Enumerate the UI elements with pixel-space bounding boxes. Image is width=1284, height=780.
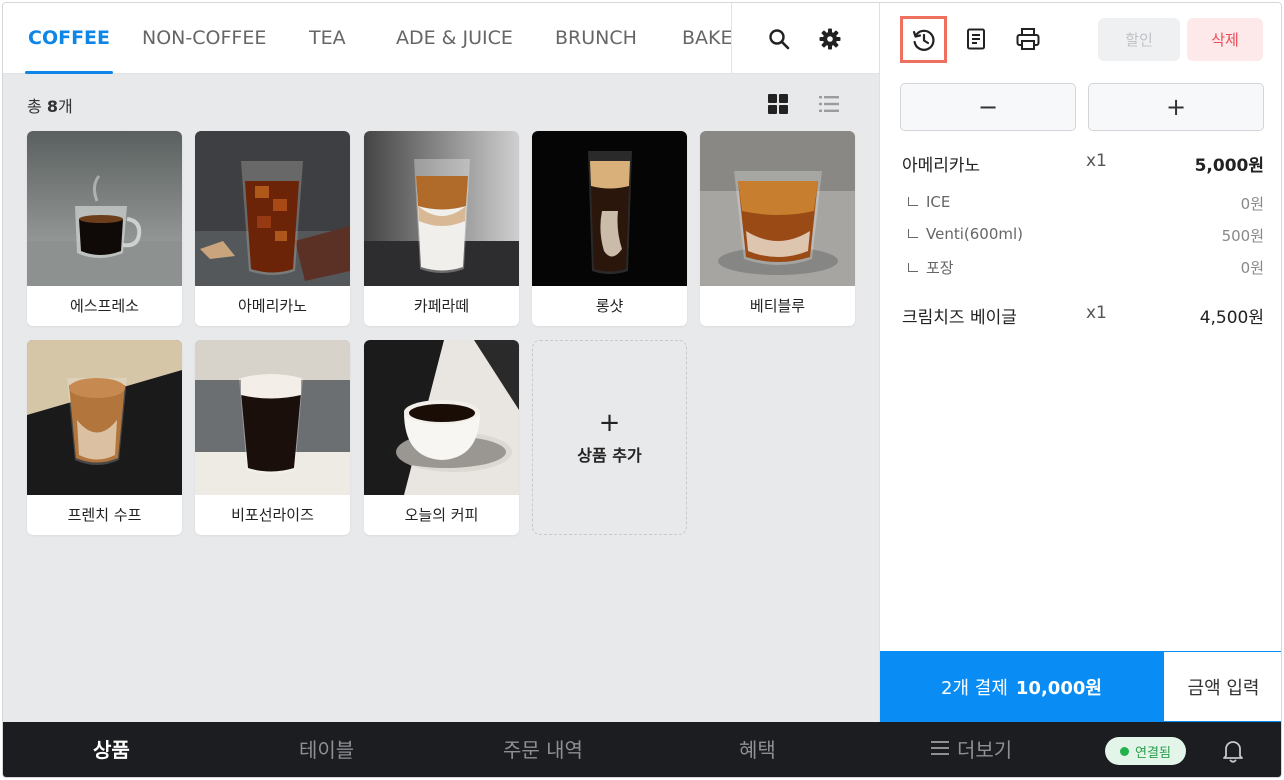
sub-item-icon xyxy=(908,229,918,238)
order-item-name: 크림치즈 베이글 xyxy=(902,308,1017,328)
status-dot-icon xyxy=(1120,746,1130,756)
tab-brunch[interactable]: BRUNCH xyxy=(555,3,637,74)
order-option: 포장 0원 xyxy=(908,257,1264,279)
search-icon[interactable] xyxy=(763,23,795,55)
product-card-long-shot[interactable]: 롱샷 xyxy=(532,131,687,326)
tab-coffee[interactable]: COFFEE xyxy=(24,3,114,74)
betty-blue-image xyxy=(700,131,855,286)
discount-button[interactable]: 할인 xyxy=(1098,18,1180,61)
option-price: 0원 xyxy=(1240,195,1264,213)
add-product-button[interactable]: + 상품 추가 xyxy=(532,340,687,535)
todays-coffee-image xyxy=(364,340,519,495)
grid-view-icon[interactable] xyxy=(765,91,791,117)
tab-ade-juice[interactable]: ADE & JUICE xyxy=(396,3,513,74)
increase-quantity-button[interactable]: + xyxy=(1088,83,1264,131)
before-sunrise-image xyxy=(195,340,350,495)
tab-divider xyxy=(731,3,732,74)
order-panel: 할인 삭제 − + 아메리카노 x1 5,000원 ICE 0원 Venti(6… xyxy=(879,3,1281,722)
order-item-qty: x1 xyxy=(1086,151,1107,171)
product-count: 총 8개 xyxy=(27,97,73,116)
product-panel: COFFEE NON-COFFEE TEA ADE & JUICE BRUNCH… xyxy=(3,3,879,722)
pos-window: COFFEE NON-COFFEE TEA ADE & JUICE BRUNCH… xyxy=(2,2,1282,778)
order-item-qty: x1 xyxy=(1086,303,1107,323)
french-soup-image xyxy=(27,340,182,495)
option-name: ICE xyxy=(926,193,951,211)
nav-more-label: 더보기 xyxy=(957,738,1013,762)
product-card-americano[interactable]: 아메리카노 xyxy=(195,131,350,326)
tab-bakery[interactable]: BAKE xyxy=(682,3,731,74)
plus-icon: + xyxy=(598,407,621,438)
nav-benefits[interactable]: 혜택 xyxy=(739,722,776,777)
tab-tea[interactable]: TEA xyxy=(309,3,346,74)
enter-amount-button[interactable]: 금액 입력 xyxy=(1163,651,1281,722)
category-tabs: COFFEE NON-COFFEE TEA ADE & JUICE BRUNCH… xyxy=(3,3,731,74)
option-price: 500원 xyxy=(1221,227,1264,245)
product-name: 오늘의 커피 xyxy=(404,506,479,524)
tab-non-coffee[interactable]: NON-COFFEE xyxy=(142,3,266,74)
order-item[interactable]: 아메리카노 x1 5,000원 xyxy=(902,151,1264,177)
product-card-before-sunrise[interactable]: 비포선라이즈 xyxy=(195,340,350,535)
product-card-espresso[interactable]: 에스프레소 xyxy=(27,131,182,326)
option-name: 포장 xyxy=(926,259,954,277)
product-card-french-soup[interactable]: 프렌치 수프 xyxy=(27,340,182,535)
bell-icon[interactable] xyxy=(1221,738,1247,764)
delete-button[interactable]: 삭제 xyxy=(1187,18,1263,61)
product-name: 아메리카노 xyxy=(237,297,307,315)
americano-image xyxy=(195,131,350,286)
receipt-icon[interactable] xyxy=(960,23,992,55)
sub-item-icon xyxy=(908,197,918,206)
option-name: Venti(600ml) xyxy=(926,225,1023,243)
espresso-image xyxy=(27,131,182,286)
printer-icon[interactable] xyxy=(1012,23,1044,55)
pay-amount: 10,000원 xyxy=(1015,677,1102,699)
cafe-latte-image xyxy=(364,131,519,286)
connection-status-badge: 연결됨 xyxy=(1105,737,1186,765)
list-view-icon[interactable] xyxy=(816,91,842,117)
add-product-label: 상품 추가 xyxy=(577,445,642,465)
connection-label: 연결됨 xyxy=(1135,745,1171,761)
order-item-price: 5,000원 xyxy=(1194,156,1264,176)
nav-products[interactable]: 상품 xyxy=(93,722,130,777)
pay-label: 2개 결제 xyxy=(941,677,1008,699)
product-name: 베티블루 xyxy=(749,297,806,315)
product-name: 프렌치 수프 xyxy=(67,506,142,524)
product-name: 롱샷 xyxy=(595,297,624,315)
gear-icon[interactable] xyxy=(814,23,846,55)
decrease-quantity-button[interactable]: − xyxy=(900,83,1076,131)
menu-icon xyxy=(931,721,949,777)
option-price: 0원 xyxy=(1240,259,1264,277)
pay-button[interactable]: 2개 결제 10,000원 xyxy=(880,651,1163,722)
order-option: Venti(600ml) 500원 xyxy=(908,225,1264,247)
sub-item-icon xyxy=(908,263,918,272)
category-bar: COFFEE NON-COFFEE TEA ADE & JUICE BRUNCH… xyxy=(3,3,879,74)
long-shot-image xyxy=(532,131,687,286)
product-card-betty-blue[interactable]: 베티블루 xyxy=(700,131,855,326)
nav-more[interactable]: 더보기 xyxy=(931,721,1013,777)
product-name: 카페라떼 xyxy=(413,297,470,315)
nav-tables[interactable]: 테이블 xyxy=(299,722,354,777)
nav-order-history[interactable]: 주문 내역 xyxy=(503,722,583,777)
order-item[interactable]: 크림치즈 베이글 x1 4,500원 xyxy=(902,303,1264,329)
order-item-name: 아메리카노 xyxy=(902,156,981,176)
order-item-price: 4,500원 xyxy=(1199,308,1264,328)
order-option: ICE 0원 xyxy=(908,193,1264,215)
product-card-todays-coffee[interactable]: 오늘의 커피 xyxy=(364,340,519,535)
bottom-nav: 상품 테이블 주문 내역 혜택 더보기 연결됨 xyxy=(3,721,1281,777)
product-name: 비포선라이즈 xyxy=(231,506,314,524)
history-icon[interactable] xyxy=(900,16,947,63)
product-name: 에스프레소 xyxy=(69,297,139,315)
product-card-cafe-latte[interactable]: 카페라떼 xyxy=(364,131,519,326)
